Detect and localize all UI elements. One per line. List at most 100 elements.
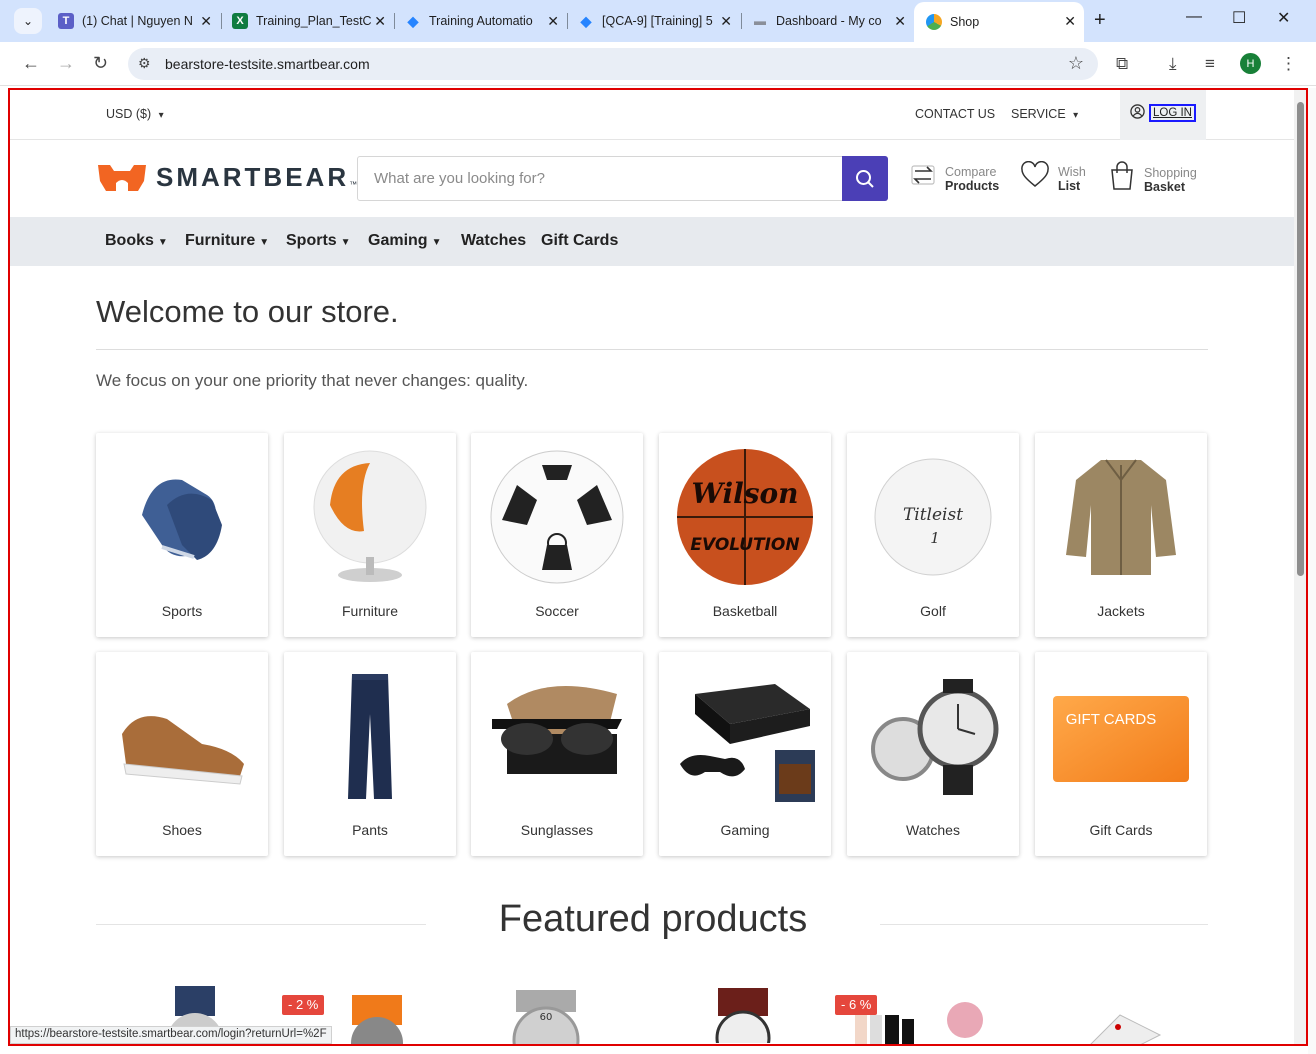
category-label: Furniture xyxy=(341,603,399,619)
heart-icon xyxy=(1020,160,1050,196)
category-tile-sports[interactable]: Sports xyxy=(96,433,268,637)
close-icon[interactable]: ✕ xyxy=(1064,13,1076,30)
dashboard-icon: ▬ xyxy=(754,14,766,28)
logo-wordmark: SMARTBEAR xyxy=(156,161,350,192)
shoe-image xyxy=(122,716,244,785)
page-scrollbar[interactable] xyxy=(1294,90,1306,1044)
reload-icon[interactable]: ↻ xyxy=(93,53,108,74)
category-label: Golf xyxy=(920,603,946,619)
window-edge xyxy=(1308,88,1316,1054)
new-tab-button[interactable]: + xyxy=(1094,9,1106,32)
menu-gaming[interactable]: Gaming ▼ xyxy=(368,232,441,250)
chevron-down-icon: ▼ xyxy=(431,237,442,248)
product-phones-image xyxy=(855,1002,983,1044)
url-text: bearstore-testsite.smartbear.com xyxy=(165,56,370,72)
media-control-icon[interactable]: ≡ xyxy=(1205,54,1215,74)
forward-arrow-icon[interactable]: → xyxy=(57,53,75,74)
ball-chair-image xyxy=(313,450,427,582)
tab-title: Training_Plan_TestC xyxy=(256,14,372,28)
menu-gift-cards[interactable]: Gift Cards xyxy=(541,232,618,250)
browser-tab[interactable]: T (1) Chat | Nguyen N ✕ xyxy=(48,6,220,36)
download-icon[interactable]: ⤓ xyxy=(1169,54,1177,74)
search-input[interactable]: What are you looking for? xyxy=(374,170,545,187)
currency-selector[interactable]: USD ($) ▾ xyxy=(106,107,164,121)
smartbear-logo[interactable]: SMARTBEAR ™ xyxy=(96,161,357,193)
close-icon[interactable]: ✕ xyxy=(200,13,212,30)
category-tile-pants[interactable]: Pants xyxy=(284,652,456,856)
bookmark-star-icon[interactable]: ☆ xyxy=(1068,53,1084,74)
profile-avatar[interactable]: H xyxy=(1240,53,1261,74)
browser-tab[interactable]: ◆ [QCA-9] [Training] 5 ✕ xyxy=(568,6,740,36)
close-icon[interactable]: ✕ xyxy=(374,13,386,30)
login-link[interactable]: LOG IN xyxy=(1149,104,1196,122)
category-tile-basketball[interactable]: Wilson EVOLUTION Basketball xyxy=(659,433,831,637)
shopping-bag-icon xyxy=(1108,161,1136,198)
page-subtitle: We focus on your one priority that never… xyxy=(96,371,529,390)
shopping-basket-link[interactable]: Shopping Basket xyxy=(1108,161,1197,198)
golf-ball-image: Titleist 1 xyxy=(874,458,992,576)
maximize-button[interactable]: ☐ xyxy=(1232,8,1246,28)
close-window-button[interactable]: ✕ xyxy=(1277,8,1290,28)
jira-icon: ◆ xyxy=(580,12,592,29)
category-tile-gift-cards[interactable]: GIFT CARDS Gift Cards xyxy=(1035,652,1207,856)
chevron-down-icon: ⌄ xyxy=(22,14,34,28)
service-menu[interactable]: SERVICE ▾ xyxy=(1011,107,1078,121)
jira-icon: ◆ xyxy=(407,12,419,29)
header-brand-row: SMARTBEAR ™ What are you looking for? Com… xyxy=(10,141,1296,217)
category-tile-golf[interactable]: Titleist 1 Golf xyxy=(847,433,1019,637)
compare-arrows-icon xyxy=(909,161,937,196)
category-tile-shoes[interactable]: Shoes xyxy=(96,652,268,856)
menu-books[interactable]: Books ▼ xyxy=(105,232,168,250)
chevron-down-icon: ▾ xyxy=(1073,110,1079,121)
browser-tab[interactable]: X Training_Plan_TestC ✕ xyxy=(222,6,394,36)
site-info-icon[interactable]: ⚙ xyxy=(138,55,151,72)
svg-text:EVOLUTION: EVOLUTION xyxy=(690,535,799,555)
category-tile-furniture[interactable]: Furniture xyxy=(284,433,456,637)
close-icon[interactable]: ✕ xyxy=(720,13,732,30)
product-watch-image: 60 xyxy=(512,990,580,1044)
excel-icon: X xyxy=(232,13,248,29)
menu-sports[interactable]: Sports ▼ xyxy=(286,232,351,250)
wish-list-link[interactable]: Wish List xyxy=(1020,160,1086,196)
jacket-image xyxy=(1066,459,1176,575)
category-tile-gaming[interactable]: Gaming xyxy=(659,652,831,856)
category-tile-sunglasses[interactable]: Sunglasses xyxy=(471,652,643,856)
category-label: Gift Cards xyxy=(1089,822,1153,838)
browser-tab[interactable]: ◆ Training Automatio ✕ xyxy=(395,6,567,36)
close-icon[interactable]: ✕ xyxy=(547,13,559,30)
close-icon[interactable]: ✕ xyxy=(894,13,906,30)
status-bar-url: https://bearstore-testsite.smartbear.com… xyxy=(10,1026,332,1044)
login-area[interactable]: LOG IN xyxy=(1120,90,1206,140)
compare-products-link[interactable]: Compare Products xyxy=(909,161,999,196)
product-watch-image xyxy=(715,988,771,1043)
jeans-image xyxy=(348,674,392,799)
address-bar[interactable]: ⚙ bearstore-testsite.smartbear.com ☆ xyxy=(128,48,1098,80)
scrollbar-thumb[interactable] xyxy=(1297,102,1304,576)
category-tile-watches[interactable]: Watches xyxy=(847,652,1019,856)
contact-us-link[interactable]: CONTACT US xyxy=(915,107,995,121)
svg-text:Wilson: Wilson xyxy=(691,477,798,510)
menu-watches[interactable]: Watches xyxy=(461,232,526,250)
category-tile-soccer[interactable]: Soccer xyxy=(471,433,643,637)
page-viewport: USD ($) ▾ CONTACT US SERVICE ▾ LOG IN SM… xyxy=(8,88,1308,1046)
top-utility-bar: USD ($) ▾ CONTACT US SERVICE ▾ LOG IN xyxy=(10,90,1296,140)
extensions-icon[interactable]: ⧉ xyxy=(1116,54,1128,74)
search-button[interactable] xyxy=(842,156,888,201)
more-menu-icon[interactable]: ⋮ xyxy=(1280,54,1297,74)
category-label: Shoes xyxy=(162,822,202,838)
category-label: Watches xyxy=(906,822,960,838)
minimize-button[interactable]: — xyxy=(1186,8,1202,26)
browser-tab-active[interactable]: Shop ✕ xyxy=(914,2,1084,42)
category-label: Soccer xyxy=(535,603,579,619)
chevron-down-icon: ▼ xyxy=(157,237,168,248)
featured-products-title: Featured products xyxy=(498,898,808,940)
divider xyxy=(96,349,1208,350)
category-tile-jackets[interactable]: Jackets xyxy=(1035,433,1207,637)
tab-search-button[interactable]: ⌄ xyxy=(14,8,42,34)
browser-tab[interactable]: ▬ Dashboard - My co ✕ xyxy=(742,6,914,36)
category-label: Jackets xyxy=(1097,603,1145,619)
tab-title: [QCA-9] [Training] 5 xyxy=(602,14,713,28)
menu-furniture[interactable]: Furniture ▼ xyxy=(185,232,269,250)
back-arrow-icon[interactable]: ← xyxy=(22,53,40,74)
search-box[interactable]: What are you looking for? xyxy=(357,156,888,201)
